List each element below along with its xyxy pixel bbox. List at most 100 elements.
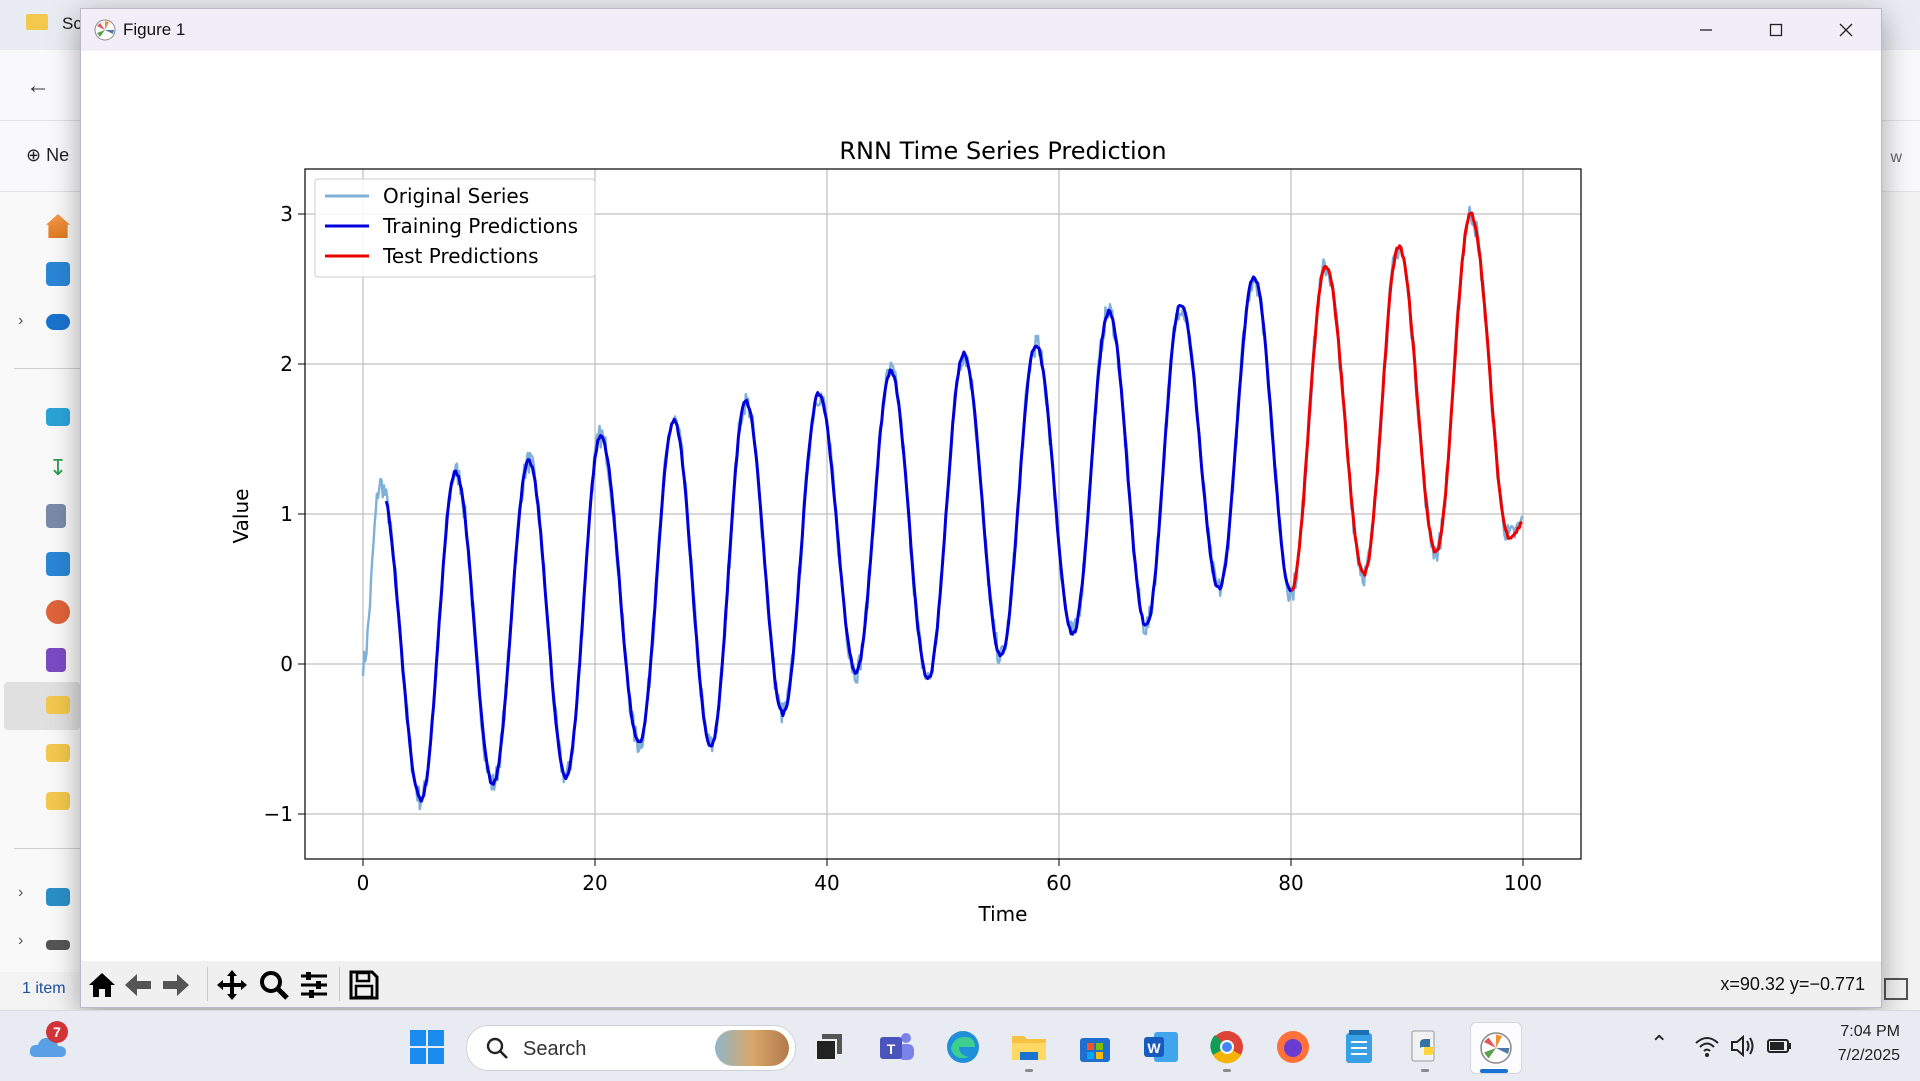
cursor-coordinate-readout: x=90.32 y=−0.771	[1720, 974, 1865, 994]
firefox-icon	[1277, 1031, 1309, 1063]
downloads-icon[interactable]: ↧	[46, 456, 70, 480]
series-line-training-predictions	[384, 275, 1293, 803]
task-view-button[interactable]	[810, 1028, 848, 1066]
wifi-icon[interactable]	[1694, 1033, 1720, 1059]
this-pc-icon[interactable]	[46, 888, 70, 906]
matplotlib-app-icon	[94, 19, 116, 41]
chevron-right-icon[interactable]: ›	[18, 932, 23, 950]
chrome-app[interactable]	[1208, 1028, 1246, 1066]
x-tick-label: 40	[814, 871, 839, 895]
documents-icon[interactable]	[46, 504, 66, 528]
y-tick-label: 3	[280, 202, 293, 226]
y-tick-label: 0	[280, 652, 293, 676]
home-icon	[89, 973, 115, 997]
zoom-magnifier-icon	[260, 971, 289, 1000]
running-indicator	[1421, 1069, 1429, 1072]
drive-icon[interactable]	[46, 940, 70, 950]
task-view-icon	[815, 1034, 842, 1061]
figure-titlebar: Figure 1	[81, 9, 1881, 51]
word-icon: W	[1144, 1032, 1178, 1062]
item-count-status: 1 item	[22, 980, 66, 997]
onedrive-icon[interactable]	[46, 314, 70, 330]
running-indicator	[1025, 1069, 1033, 1072]
matplotlib-app-icon	[1480, 1032, 1512, 1064]
file-explorer-app[interactable]	[1010, 1028, 1048, 1066]
running-indicator	[1223, 1069, 1231, 1072]
python-app[interactable]	[1406, 1028, 1444, 1066]
x-axis-ticks: 0 20 40 60 80 100	[357, 859, 1542, 895]
search-highlight-illustration	[715, 1030, 789, 1066]
x-tick-label: 100	[1504, 871, 1542, 895]
nav-divider	[14, 848, 80, 849]
svg-text:W: W	[1147, 1040, 1161, 1056]
clock-time[interactable]: 7:04 PM	[1800, 1023, 1900, 1041]
legend: Original Series Training Predictions Tes…	[314, 178, 596, 278]
back-arrow-icon	[125, 974, 151, 996]
notepad-app[interactable]	[1340, 1028, 1378, 1066]
home-icon[interactable]	[46, 214, 70, 238]
close-icon	[1839, 23, 1853, 37]
desktop-icon[interactable]	[46, 408, 70, 426]
active-app-indicator	[1480, 1069, 1508, 1073]
taskbar: 7 Search T W ⌃ 7:04 PM 7/2/2025	[0, 1010, 1920, 1081]
chart-series	[361, 205, 1524, 811]
firefox-app[interactable]	[1274, 1028, 1312, 1066]
configure-subplots-button[interactable]	[297, 969, 331, 1001]
save-button[interactable]	[347, 969, 381, 1001]
view-button[interactable]: w	[1890, 149, 1902, 167]
folder-icon[interactable]	[46, 792, 70, 810]
edge-icon	[947, 1031, 979, 1063]
close-button[interactable]	[1811, 9, 1881, 51]
word-app[interactable]: W	[1142, 1028, 1180, 1066]
navigation-toolbar: x=90.32 y=−0.771	[81, 961, 1881, 1007]
taskbar-search-box[interactable]: Search	[466, 1025, 796, 1071]
videos-icon[interactable]	[46, 648, 66, 672]
y-tick-label: 1	[280, 502, 293, 526]
details-view-icon[interactable]	[1884, 978, 1908, 1000]
battery-icon[interactable]	[1766, 1033, 1794, 1059]
notification-badge: 7	[46, 1021, 68, 1043]
windows-logo-icon	[410, 1030, 444, 1064]
y-tick-label: −1	[264, 802, 293, 826]
teams-app[interactable]: T	[878, 1028, 916, 1066]
new-button-label: Ne	[46, 145, 70, 165]
chevron-right-icon[interactable]: ›	[18, 884, 23, 902]
matplotlib-figure-app[interactable]	[1470, 1022, 1522, 1074]
chevron-right-icon[interactable]: ›	[18, 312, 23, 330]
folder-icon	[26, 14, 48, 30]
maximize-button[interactable]	[1741, 9, 1811, 51]
microsoft-store-app[interactable]	[1076, 1028, 1114, 1066]
clock-date[interactable]: 7/2/2025	[1800, 1047, 1900, 1065]
folder-icon[interactable]	[46, 744, 70, 762]
store-bag-icon	[1080, 1038, 1110, 1062]
show-hidden-icons-chevron-icon[interactable]: ⌃	[1650, 1031, 1668, 1057]
chart-title: RNN Time Series Prediction	[839, 137, 1166, 165]
music-icon[interactable]	[46, 600, 70, 624]
back-arrow-icon[interactable]: ←	[26, 72, 50, 100]
edge-app[interactable]	[944, 1028, 982, 1066]
python-icon	[1411, 1030, 1435, 1062]
pictures-icon[interactable]	[46, 552, 70, 576]
start-button[interactable]	[408, 1028, 446, 1066]
forward-button[interactable]	[159, 969, 193, 1001]
legend-label-original-series: Original Series	[383, 184, 529, 208]
minimize-button[interactable]	[1671, 9, 1741, 51]
pan-button[interactable]	[215, 969, 249, 1001]
home-button[interactable]	[85, 969, 119, 1001]
x-tick-label: 80	[1278, 871, 1303, 895]
svg-text:T: T	[887, 1041, 896, 1057]
gallery-icon[interactable]	[46, 262, 70, 286]
back-button[interactable]	[121, 969, 155, 1001]
zoom-button[interactable]	[257, 969, 291, 1001]
folder-icon[interactable]	[46, 696, 70, 714]
figure-canvas[interactable]: 0 20 40 60 80 100 −1 0 1 2 3 RNN Time Series Pred…	[81, 51, 1881, 961]
y-tick-label: 2	[280, 352, 293, 376]
volume-icon[interactable]	[1730, 1033, 1756, 1059]
teams-icon: T	[880, 1033, 914, 1060]
legend-label-training-predictions: Training Predictions	[382, 214, 578, 238]
new-button[interactable]: ⊕ Ne	[26, 145, 69, 166]
window-title: Figure 1	[123, 20, 186, 39]
minimize-icon	[1700, 29, 1712, 31]
sliders-icon	[301, 972, 327, 998]
search-label: Search	[523, 1038, 587, 1060]
